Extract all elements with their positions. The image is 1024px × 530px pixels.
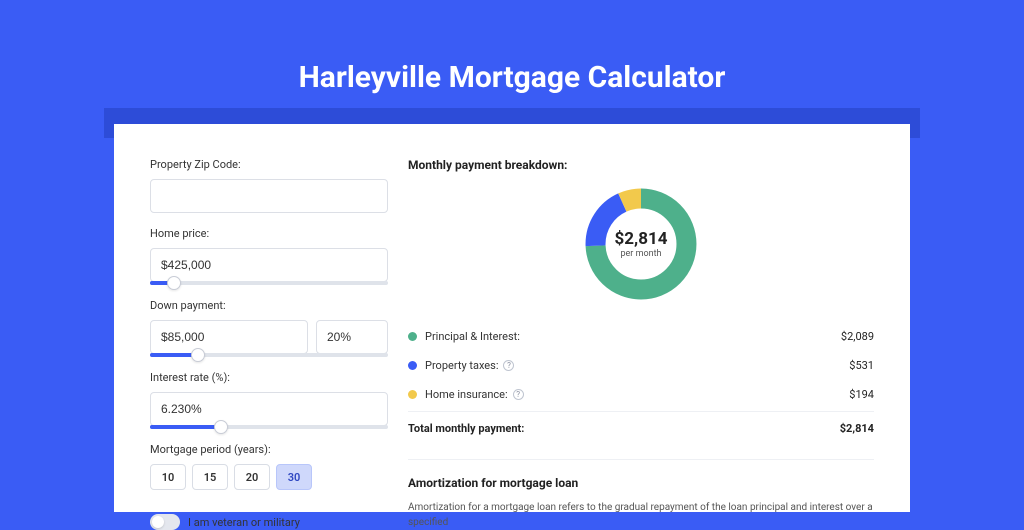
legend-item: Principal & Interest: $2,089: [408, 322, 874, 351]
period-option-10[interactable]: 10: [150, 464, 186, 490]
period-option-15[interactable]: 15: [192, 464, 228, 490]
legend-dot-icon: [408, 361, 417, 370]
legend-dot-icon: [408, 390, 417, 399]
legend-name: Principal & Interest:: [425, 330, 520, 343]
legend-name: Home insurance:: [425, 388, 508, 401]
slider-thumb[interactable]: [167, 276, 181, 290]
amortization-body: Amortization for a mortgage loan refers …: [408, 500, 874, 530]
zip-label: Property Zip Code:: [150, 158, 388, 171]
legend-name: Property taxes:: [425, 359, 498, 372]
breakdown-legend: Principal & Interest: $2,089 Property taxe…: [408, 322, 874, 409]
interest-rate-label: Interest rate (%):: [150, 371, 388, 384]
legend-value: $531: [849, 359, 874, 372]
page-title: Harleyville Mortgage Calculator: [0, 0, 1024, 95]
form-panel: Property Zip Code: Home price: Down paym…: [150, 158, 388, 512]
home-price-slider[interactable]: [150, 281, 388, 285]
period-options: 10152030: [150, 464, 388, 490]
total-label: Total monthly payment:: [408, 422, 524, 435]
slider-thumb[interactable]: [191, 348, 205, 362]
slider-thumb[interactable]: [214, 420, 228, 434]
payment-donut-chart: $2,814 per month: [581, 184, 701, 304]
total-value: $2,814: [840, 422, 874, 435]
down-payment-label: Down payment:: [150, 299, 388, 312]
home-price-label: Home price:: [150, 227, 388, 240]
down-payment-input[interactable]: [150, 320, 308, 354]
veteran-label: I am veteran or military: [188, 516, 300, 529]
down-payment-slider[interactable]: [150, 353, 388, 357]
veteran-toggle[interactable]: [150, 514, 180, 530]
legend-value: $194: [849, 388, 874, 401]
info-icon[interactable]: ?: [513, 389, 524, 400]
breakdown-title: Monthly payment breakdown:: [408, 158, 874, 172]
interest-rate-slider[interactable]: [150, 425, 388, 429]
results-panel: Monthly payment breakdown: $2,814 per mo…: [408, 158, 874, 512]
interest-rate-input[interactable]: [150, 392, 388, 426]
donut-center-amount: $2,814: [615, 229, 668, 249]
home-price-input[interactable]: [150, 248, 388, 282]
info-icon[interactable]: ?: [503, 360, 514, 371]
legend-item: Property taxes:? $531: [408, 351, 874, 380]
legend-value: $2,089: [841, 330, 874, 343]
zip-input[interactable]: [150, 179, 388, 213]
calculator-card: Property Zip Code: Home price: Down paym…: [114, 124, 910, 512]
period-label: Mortgage period (years):: [150, 443, 388, 456]
down-payment-pct-input[interactable]: [316, 320, 388, 354]
amortization-section: Amortization for mortgage loan Amortizat…: [408, 459, 874, 530]
amortization-title: Amortization for mortgage loan: [408, 476, 874, 490]
legend-dot-icon: [408, 332, 417, 341]
period-option-20[interactable]: 20: [234, 464, 270, 490]
donut-center-sub: per month: [620, 249, 661, 259]
legend-item: Home insurance:? $194: [408, 380, 874, 409]
period-option-30[interactable]: 30: [276, 464, 312, 490]
